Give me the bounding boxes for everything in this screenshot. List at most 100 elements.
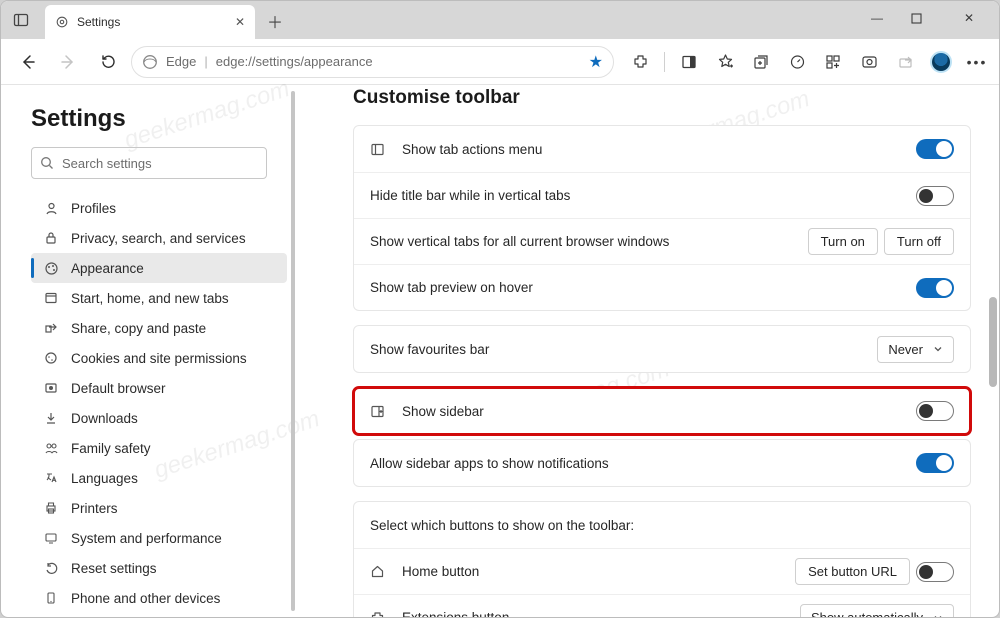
turn-off-button[interactable]: Turn off: [884, 228, 954, 255]
nav-privacy[interactable]: Privacy, search, and services: [31, 223, 287, 253]
apps-icon[interactable]: [821, 50, 845, 74]
browser-tab[interactable]: Settings ✕: [45, 5, 255, 39]
profile-avatar[interactable]: [929, 50, 953, 74]
sidebar-icon[interactable]: [677, 50, 701, 74]
nav-share[interactable]: Share, copy and paste: [31, 313, 287, 343]
performance-icon[interactable]: [785, 50, 809, 74]
row-label: Hide title bar while in vertical tabs: [370, 188, 570, 203]
sidebar-card: Show sidebar: [353, 387, 971, 435]
nav-label: Printers: [71, 501, 118, 516]
settings-search[interactable]: Search settings: [31, 147, 267, 179]
download-icon: [43, 410, 59, 426]
settings-nav: Profiles Privacy, search, and services A…: [31, 193, 287, 617]
favourites-bar-select[interactable]: Never: [877, 336, 954, 363]
toolbar-actions: •••: [628, 50, 989, 74]
set-button-url[interactable]: Set button URL: [795, 558, 910, 585]
row-vertical-tabs: Show vertical tabs for all current brows…: [354, 218, 970, 264]
extensions-row-icon: [370, 610, 388, 617]
address-bar[interactable]: Edge | edge://settings/appearance ★: [131, 46, 614, 78]
row-hide-title[interactable]: Hide title bar while in vertical tabs: [354, 172, 970, 218]
favorite-star-icon[interactable]: ★: [589, 52, 603, 72]
extensions-select[interactable]: Show automatically: [800, 604, 954, 617]
nav-label: Profiles: [71, 201, 116, 216]
refresh-button[interactable]: [91, 45, 125, 79]
home-icon: [370, 564, 388, 579]
reset-icon: [43, 560, 59, 576]
tab-actions-icon: [13, 12, 29, 28]
back-button[interactable]: [11, 45, 45, 79]
new-tab-button[interactable]: ＋: [261, 9, 289, 33]
toggle-sidebar-notifications[interactable]: [916, 453, 954, 473]
printer-icon: [43, 500, 59, 516]
toggle-show-sidebar[interactable]: [916, 401, 954, 421]
row-tab-preview[interactable]: Show tab preview on hover: [354, 264, 970, 310]
nav-start[interactable]: Start, home, and new tabs: [31, 283, 287, 313]
row-home-button[interactable]: Home button Set button URL: [354, 548, 970, 594]
close-tab-button[interactable]: ✕: [235, 15, 245, 29]
nav-label: Cookies and site permissions: [71, 351, 247, 366]
settings-main: Customise toolbar Show tab actions menu …: [301, 85, 999, 617]
row-label: Extensions button: [402, 610, 509, 617]
more-menu-button[interactable]: •••: [965, 50, 989, 74]
row-label: Show vertical tabs for all current brows…: [370, 234, 669, 249]
titlebar: Settings ✕ ＋ ― ✕: [1, 1, 999, 39]
toggle-hide-title[interactable]: [916, 186, 954, 206]
share-icon[interactable]: [893, 50, 917, 74]
main-scrollbar-thumb[interactable]: [989, 297, 997, 387]
search-icon: [40, 156, 54, 170]
collections-icon[interactable]: [749, 50, 773, 74]
phone-icon: [43, 590, 59, 606]
favorites-icon[interactable]: [713, 50, 737, 74]
nav-printers[interactable]: Printers: [31, 493, 287, 523]
favourites-card: Show favourites bar Never: [353, 325, 971, 373]
screenshot-icon[interactable]: [857, 50, 881, 74]
address-url: edge://settings/appearance: [216, 54, 373, 69]
extensions-icon[interactable]: [628, 50, 652, 74]
nav-family[interactable]: Family safety: [31, 433, 287, 463]
row-label: Show tab preview on hover: [370, 280, 533, 295]
row-extensions-button[interactable]: Extensions button Show automatically: [354, 594, 970, 617]
nav-label: Default browser: [71, 381, 166, 396]
nav-cookies[interactable]: Cookies and site permissions: [31, 343, 287, 373]
nav-accessibility[interactable]: Accessibility: [31, 613, 287, 617]
profile-icon: [43, 200, 59, 216]
toggle-home-button[interactable]: [916, 562, 954, 582]
nav-profiles[interactable]: Profiles: [31, 193, 287, 223]
browser-toolbar: Edge | edge://settings/appearance ★ •••: [1, 39, 999, 85]
row-favourites-bar[interactable]: Show favourites bar Never: [354, 326, 970, 372]
row-sidebar-notifications[interactable]: Allow sidebar apps to show notifications: [354, 440, 970, 486]
cookie-icon: [43, 350, 59, 366]
row-tab-actions[interactable]: Show tab actions menu: [354, 126, 970, 172]
nav-label: Phone and other devices: [71, 591, 220, 606]
nav-label: Appearance: [71, 261, 144, 276]
minimize-button[interactable]: ―: [865, 11, 889, 25]
nav-appearance[interactable]: Appearance: [31, 253, 287, 283]
nav-reset[interactable]: Reset settings: [31, 553, 287, 583]
turn-on-button[interactable]: Turn on: [808, 228, 878, 255]
row-label: Show sidebar: [402, 404, 484, 419]
toggle-tab-preview[interactable]: [916, 278, 954, 298]
row-show-sidebar[interactable]: Show sidebar: [354, 388, 970, 434]
nav-label: Downloads: [71, 411, 138, 426]
toolbar-buttons-card: Select which buttons to show on the tool…: [353, 501, 971, 617]
chevron-down-icon: [933, 613, 943, 618]
nav-system[interactable]: System and performance: [31, 523, 287, 553]
maximize-button[interactable]: [911, 13, 935, 24]
close-window-button[interactable]: ✕: [957, 11, 981, 25]
row-label: Select which buttons to show on the tool…: [370, 518, 634, 533]
nav-languages[interactable]: Languages: [31, 463, 287, 493]
browser-icon: [43, 380, 59, 396]
forward-button: [51, 45, 85, 79]
gear-icon: [55, 15, 69, 29]
toggle-tab-actions[interactable]: [916, 139, 954, 159]
nav-downloads[interactable]: Downloads: [31, 403, 287, 433]
share-nav-icon: [43, 320, 59, 336]
nav-phone[interactable]: Phone and other devices: [31, 583, 287, 613]
address-separator: |: [204, 54, 207, 69]
section-heading: Customise toolbar: [353, 87, 971, 109]
tab-actions-row-icon: [370, 142, 388, 157]
arrow-right-icon: [59, 53, 77, 71]
sidebar-scrollbar[interactable]: [291, 91, 295, 611]
nav-default-browser[interactable]: Default browser: [31, 373, 287, 403]
tab-actions-button[interactable]: [1, 1, 41, 39]
